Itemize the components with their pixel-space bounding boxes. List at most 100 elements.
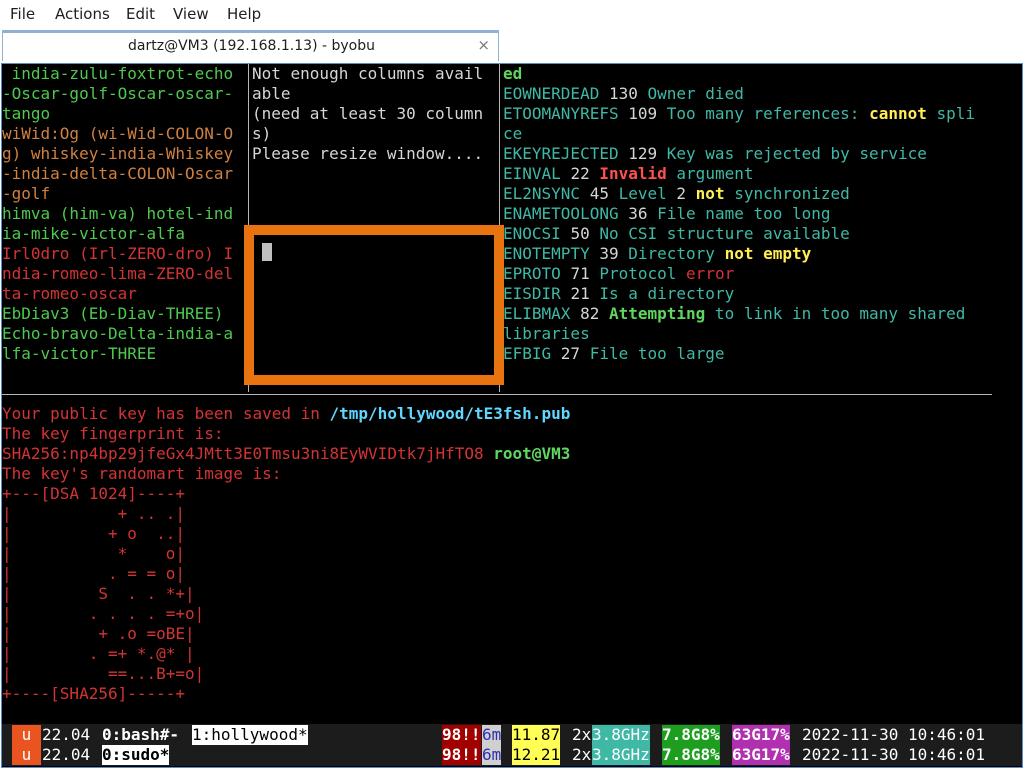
text-segment: EL2NSYNC [503, 184, 590, 203]
text-segment: EINVAL [503, 164, 571, 183]
terminal-view[interactable]: u 22.04 0:bash#- 1:hollywood* 98!! 6m 11.87 2x… [1, 63, 1023, 768]
text-segment: ta-romeo-oscar [2, 284, 137, 303]
byobu-status-bar: u 22.04 0:bash#- 1:hollywood* 98!! 6m 11.87 2x… [2, 724, 1022, 766]
text-segment: ed [503, 64, 523, 83]
text-segment: File too large [589, 344, 725, 363]
text-segment: | . =+ *.@* | [2, 644, 195, 663]
datetime-clock: 2022-11-30 10:46:01 [802, 725, 986, 744]
text-segment: 129 [628, 144, 667, 163]
text-segment: ia-mike-victor-alfa [2, 224, 186, 243]
text-segment: Please resize window.... [252, 144, 484, 163]
text-segment: not [695, 184, 725, 203]
cpu-count: 2x [572, 725, 592, 744]
pane-left-line: Echo-bravo-Delta-india-a [2, 324, 233, 344]
load-average: 12.21 [512, 745, 561, 765]
text-segment: | S . . *+| [2, 584, 195, 603]
menu-file[interactable]: File [10, 5, 35, 23]
text-segment: ENAMETOOLONG [503, 204, 629, 223]
text-segment: not empty [724, 244, 812, 263]
text-segment: The key's randomart image is: [2, 464, 282, 483]
pane-bottom-line: | . = = o| [2, 564, 185, 584]
pane-bottom-line: SHA256:np4bp29jfeGx4JMtt3E0Tmsu3ni8EyWVI… [2, 444, 570, 464]
pane-left-line: Irl0dro (Irl-ZERO-dro) I [2, 244, 233, 264]
updates-badge: 98!! [442, 725, 481, 745]
highlight-overlay [244, 225, 504, 385]
text-segment: synchronized [724, 184, 850, 203]
text-segment: 130 [608, 84, 648, 103]
pane-right-line: EFBIG 27 File too large [503, 344, 725, 364]
pane-bottom-line: +----[SHA256]-----+ [2, 684, 185, 704]
pane-middle-line: (need at least 30 column [252, 104, 483, 124]
pane-left-line: -Oscar-golf-Oscar-oscar- [2, 84, 233, 104]
text-segment: 71 [570, 264, 600, 283]
text-segment: wiWid:Og (wi-Wid-COLON-O [2, 124, 234, 143]
pane-left-line: -golf [2, 184, 50, 204]
text-segment: ce [503, 124, 523, 143]
status-row: u 22.04 0:sudo* 98!! 6m 12.21 2x 3.8GHz 7.8G8% 6… [2, 745, 1022, 765]
pane-bottom-line: | ==...B+=o| [2, 664, 204, 684]
text-segment: 2 [676, 184, 696, 203]
text-segment: 82 [580, 304, 609, 323]
text-segment: ETOOMANYREFS [503, 104, 629, 123]
text-segment: EbDiav3 (Eb-Diav-THREE) [2, 304, 224, 323]
text-segment: 27 [560, 344, 590, 363]
text-segment: libraries [503, 324, 590, 343]
window-tab-1[interactable]: 1:hollywood* [192, 725, 308, 745]
text-segment: Protocol [599, 264, 687, 283]
text-segment: 21 [570, 284, 600, 303]
pane-left-line: wiWid:Og (wi-Wid-COLON-O [2, 124, 233, 144]
pane-right-line: ETOOMANYREFS 109 Too many references: ca… [503, 104, 975, 124]
pane-bottom-line: | * o| [2, 544, 185, 564]
text-segment: Not enough columns avail [252, 64, 484, 83]
uptime-badge: 6m [482, 745, 502, 765]
text-segment: EOWNERDEAD [503, 84, 609, 103]
ubuntu-logo-icon: u [12, 725, 41, 745]
text-segment: tango [2, 104, 51, 123]
window-tab-0[interactable]: 0:bash#- [102, 725, 179, 745]
text-segment: Echo-bravo-Delta-india-a [2, 324, 234, 343]
load-average: 11.87 [512, 725, 561, 745]
window-tab-0[interactable]: 0:sudo* [102, 745, 170, 765]
text-segment: Your public key has been saved in [2, 404, 330, 423]
text-segment: Is a directory [599, 284, 735, 303]
text-segment: 39 [599, 244, 629, 263]
pane-left-line: ia-mike-victor-alfa [2, 224, 185, 244]
text-segment: spli [926, 104, 976, 123]
menu-view[interactable]: View [173, 5, 209, 23]
text-segment: Too many references: [666, 104, 870, 123]
text-segment: (need at least 30 column [252, 104, 484, 123]
text-segment: Owner died [647, 84, 744, 103]
pane-bottom-line: The key's randomart image is: [2, 464, 281, 484]
text-segment: Level [618, 184, 677, 203]
pane-right-line: ENAMETOOLONG 36 File name too long [503, 204, 831, 224]
pane-divider-horizontal[interactable] [2, 394, 992, 395]
menu-actions[interactable]: Actions [55, 5, 110, 23]
pane-bottom-line: The key fingerprint is: [2, 424, 224, 444]
updates-badge: 98!! [442, 745, 481, 765]
pane-bottom-line: | S . . *+| [2, 584, 195, 604]
memory-usage: 7.8G8% [662, 725, 720, 745]
text-segment: to link in too many shared [705, 304, 966, 323]
pane-right-line: ce [503, 124, 522, 144]
text-segment: ENOTEMPTY [503, 244, 600, 263]
pane-middle-line: able [252, 84, 291, 104]
pane-left-line: india-zulu-foxtrot-echo [2, 64, 234, 84]
memory-usage: 7.8G8% [662, 745, 720, 765]
tab-title: dartz@VM3 (192.168.1.13) - byobu [128, 38, 375, 54]
text-segment: himva (him-va) hotel-ind [2, 204, 234, 223]
uptime-badge: 6m [482, 725, 502, 745]
tab-terminal[interactable]: dartz@VM3 (192.168.1.13) - byobu × [2, 30, 499, 61]
tab-close-icon[interactable]: × [477, 36, 490, 54]
status-row: u 22.04 0:bash#- 1:hollywood* 98!! 6m 11.87 2x… [2, 725, 1022, 745]
pane-bottom-line: | + .. .| [2, 504, 185, 524]
text-segment: ELIBMAX [503, 304, 581, 323]
release-version: 22.04 [42, 725, 91, 744]
menu-edit[interactable]: Edit [126, 5, 155, 23]
pane-right-line: EKEYREJECTED 129 Key was rejected by ser… [503, 144, 927, 164]
pane-bottom-line: | . . . . =+o| [2, 604, 204, 624]
text-segment: error [686, 264, 735, 283]
pane-right-line: libraries [503, 324, 590, 344]
pane-left-line: -india-delta-COLON-Oscar [2, 164, 233, 184]
menu-help[interactable]: Help [227, 5, 261, 23]
text-segment: Attempting [608, 304, 706, 323]
